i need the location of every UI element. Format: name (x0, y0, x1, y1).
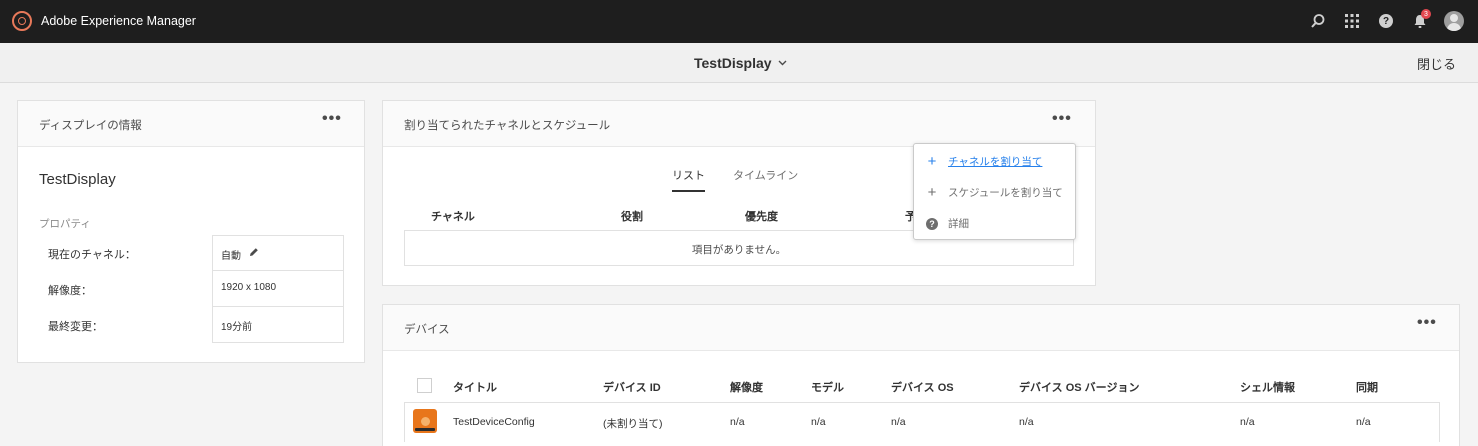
more-actions-icon[interactable]: ••• (1052, 111, 1072, 127)
page-title: TestDisplay (694, 55, 772, 71)
property-value: 自動 (212, 235, 344, 271)
device-thumbnail-icon (413, 409, 437, 433)
details-label: 詳細 (948, 218, 969, 230)
tab-list[interactable]: リスト (672, 167, 705, 192)
actions-popover-menu: + チャネルを割り当て + スケジュールを割り当て ? 詳細 (913, 143, 1076, 240)
plus-icon: + (927, 183, 937, 201)
column-header-shell-info[interactable]: シェル情報 (1240, 379, 1295, 395)
adobe-experience-manager-logo-icon[interactable] (12, 11, 32, 31)
device-id: (未割り当て) (603, 418, 663, 430)
column-header-device-os-version[interactable]: デバイス OS バージョン (1019, 379, 1139, 395)
properties-label: プロパティ (39, 218, 91, 230)
table-row[interactable] (404, 402, 1440, 442)
edit-pencil-icon[interactable] (249, 247, 259, 257)
top-nav-bar: Adobe Experience Manager ? 3 (0, 0, 1478, 43)
help-icon[interactable]: ? (1376, 10, 1396, 32)
column-header-priority[interactable]: 優先度 (745, 208, 778, 224)
chevron-down-icon (778, 60, 787, 66)
column-header-channel[interactable]: チャネル (431, 208, 475, 224)
column-header-device-os[interactable]: デバイス OS (891, 379, 954, 395)
top-nav-icons: ? 3 (1308, 9, 1464, 32)
column-header-model[interactable]: モデル (811, 379, 844, 395)
close-button[interactable]: 閉じる (1417, 54, 1456, 73)
view-tabs: リスト タイムライン (672, 167, 798, 192)
display-name: TestDisplay (39, 171, 116, 188)
property-label: 最終変更： (48, 321, 103, 333)
device-shell-info: n/a (1240, 416, 1255, 428)
channels-card-header: 割り当てられたチャネルとスケジュール ••• (383, 101, 1095, 147)
assign-schedule-label: スケジュールを割り当て (948, 187, 1063, 199)
property-row-current-channel: 現在のチャネル： 自動 (46, 235, 346, 271)
solutions-grid-icon[interactable] (1342, 10, 1362, 32)
empty-state-text: 項目がありません。 (691, 244, 787, 256)
display-info-card-title: ディスプレイの情報 (39, 120, 142, 132)
device-title[interactable]: TestDeviceConfig (453, 416, 535, 428)
display-info-card: ディスプレイの情報 ••• TestDisplay プロパティ 現在のチャネル：… (17, 100, 365, 363)
page-title-dropdown[interactable]: TestDisplay (694, 55, 787, 71)
plus-icon: + (927, 152, 937, 170)
device-os: n/a (891, 416, 906, 428)
device-sync: n/a (1356, 416, 1371, 428)
channels-card-title: 割り当てられたチャネルとスケジュール (404, 120, 611, 132)
property-value: 19分前 (212, 307, 344, 343)
details-menu-item[interactable]: ? 詳細 (926, 216, 969, 231)
assign-channel-label: チャネルを割り当て (948, 156, 1043, 168)
devices-card-header: デバイス ••• (383, 305, 1459, 351)
column-header-sync[interactable]: 同期 (1356, 379, 1378, 395)
more-actions-icon[interactable]: ••• (1417, 315, 1437, 331)
last-modified-value: 19分前 (221, 322, 253, 333)
display-info-card-header: ディスプレイの情報 ••• (18, 101, 364, 147)
devices-card-title: デバイス (404, 324, 450, 336)
column-header-device-id[interactable]: デバイス ID (603, 379, 661, 395)
resolution-value: 1920 x 1080 (221, 282, 277, 293)
notification-count-badge: 3 (1421, 9, 1431, 19)
search-icon[interactable] (1308, 10, 1328, 32)
assign-channel-menu-item[interactable]: + チャネルを割り当て (926, 152, 1043, 170)
property-label: 解像度： (48, 285, 92, 297)
property-row-last-modified: 最終変更： 19分前 (46, 307, 346, 343)
device-resolution: n/a (730, 416, 745, 428)
current-channel-value: 自動 (221, 251, 241, 262)
property-value: 1920 x 1080 (212, 271, 344, 307)
column-header-title[interactable]: タイトル (453, 379, 497, 395)
column-header-role[interactable]: 役割 (621, 208, 643, 224)
help-circle-icon: ? (926, 217, 938, 230)
user-avatar[interactable] (1444, 11, 1464, 31)
app-title[interactable]: Adobe Experience Manager (41, 14, 196, 28)
property-row-resolution: 解像度： 1920 x 1080 (46, 271, 346, 307)
device-model: n/a (811, 416, 826, 428)
column-header-resolution[interactable]: 解像度 (730, 379, 763, 395)
device-os-version: n/a (1019, 416, 1034, 428)
page-header: TestDisplay 閉じる (0, 43, 1478, 83)
select-all-checkbox[interactable] (417, 378, 432, 393)
assign-schedule-menu-item[interactable]: + スケジュールを割り当て (926, 185, 1063, 200)
more-actions-icon[interactable]: ••• (322, 111, 342, 127)
property-label: 現在のチャネル： (48, 249, 136, 261)
tab-timeline[interactable]: タイムライン (733, 167, 798, 192)
notifications-bell-icon[interactable]: 3 (1410, 9, 1431, 32)
